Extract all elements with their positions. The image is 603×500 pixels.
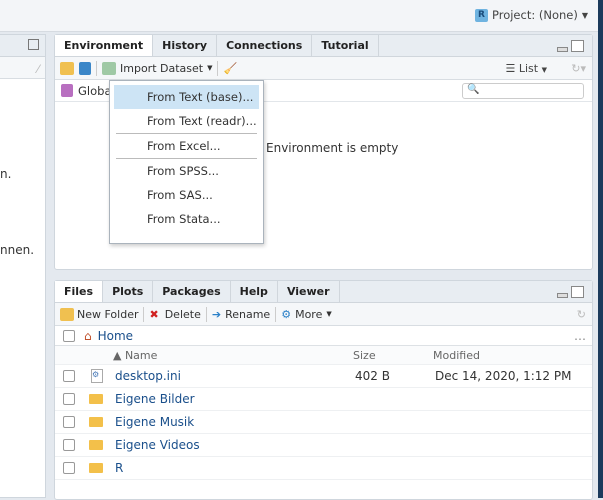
file-row[interactable]: Eigene Musik bbox=[55, 411, 592, 434]
home-icon[interactable]: ⌂ bbox=[84, 329, 92, 343]
list-label: List bbox=[518, 61, 539, 75]
file-name[interactable]: R bbox=[115, 461, 355, 475]
folder-icon bbox=[89, 440, 103, 450]
open-folder-icon[interactable] bbox=[60, 61, 74, 75]
clear-brush-icon[interactable]: ⁄ bbox=[37, 62, 39, 76]
environment-empty-message: Environment is empty bbox=[266, 141, 399, 155]
new-folder-label: New Folder bbox=[77, 307, 139, 321]
tab-connections[interactable]: Connections bbox=[217, 35, 313, 56]
minimize-icon[interactable] bbox=[557, 47, 568, 52]
broom-icon[interactable]: 🧹 bbox=[223, 62, 237, 75]
search-input[interactable]: 🔍 bbox=[462, 83, 584, 99]
more-path-button[interactable]: … bbox=[574, 329, 586, 343]
file-modified: Dec 14, 2020, 1:12 PM bbox=[435, 369, 572, 383]
delete-button[interactable]: ✖ Delete bbox=[149, 308, 200, 321]
refresh-icon[interactable]: ↻ bbox=[577, 308, 586, 321]
tab-files[interactable]: Files bbox=[55, 281, 104, 302]
minimize-icon[interactable] bbox=[557, 293, 568, 298]
files-pane: Files Plots Packages Help Viewer New Fol… bbox=[54, 280, 593, 500]
more-label: More bbox=[295, 307, 323, 321]
breadcrumb-home[interactable]: Home bbox=[98, 329, 133, 343]
table-import-icon bbox=[102, 61, 116, 75]
select-all-checkbox[interactable] bbox=[63, 329, 75, 342]
rename-icon: ➔ bbox=[211, 307, 222, 321]
tab-tutorial[interactable]: Tutorial bbox=[312, 35, 379, 56]
tab-packages[interactable]: Packages bbox=[153, 281, 231, 302]
import-dataset-button[interactable]: Import Dataset ▼ bbox=[102, 61, 213, 75]
file-row[interactable]: ⚙ desktop.ini 402 B Dec 14, 2020, 1:12 PM bbox=[55, 365, 592, 388]
list-view-button[interactable]: ☰ List ▼ bbox=[506, 62, 547, 75]
restore-pane-icon[interactable] bbox=[28, 39, 39, 50]
file-name[interactable]: Eigene Videos bbox=[115, 438, 355, 452]
new-folder-icon bbox=[60, 307, 74, 321]
r-project-icon: R bbox=[474, 8, 488, 22]
delete-icon: ✖ bbox=[149, 307, 159, 321]
file-row[interactable]: Eigene Videos bbox=[55, 434, 592, 457]
console-text: n. bbox=[0, 167, 12, 181]
file-size: 402 B bbox=[355, 369, 390, 383]
menu-item-from-sas[interactable]: From SAS... bbox=[114, 183, 259, 207]
folder-icon bbox=[89, 417, 103, 427]
file-name[interactable]: Eigene Musik bbox=[115, 415, 355, 429]
menu-item-from-stata[interactable]: From Stata... bbox=[114, 207, 259, 231]
file-checkbox[interactable] bbox=[63, 370, 75, 382]
delete-label: Delete bbox=[164, 307, 201, 321]
tab-plots[interactable]: Plots bbox=[103, 281, 154, 302]
project-menu[interactable]: R Project: (None) ▼ bbox=[474, 8, 588, 22]
file-checkbox[interactable] bbox=[63, 416, 75, 428]
import-dataset-label: Import Dataset bbox=[120, 61, 204, 75]
file-name[interactable]: Eigene Bilder bbox=[115, 392, 355, 406]
rename-button[interactable]: ➔ Rename bbox=[212, 308, 270, 321]
maximize-icon[interactable] bbox=[571, 286, 584, 298]
menu-item-from-spss[interactable]: From SPSS... bbox=[114, 159, 259, 183]
file-row[interactable]: Eigene Bilder bbox=[55, 388, 592, 411]
column-modified[interactable]: Modified bbox=[433, 349, 480, 362]
tab-help[interactable]: Help bbox=[231, 281, 278, 302]
menu-item-from-text-base[interactable]: From Text (base)... bbox=[114, 85, 259, 109]
file-checkbox[interactable] bbox=[63, 393, 75, 405]
top-bar: R Project: (None) ▼ bbox=[0, 0, 598, 32]
menu-item-from-text-readr[interactable]: From Text (readr)... bbox=[114, 109, 259, 133]
global-environment-dropdown[interactable]: Globa bbox=[78, 84, 112, 98]
tab-history[interactable]: History bbox=[153, 35, 218, 56]
source-pane: ⁄ n. nnen. bbox=[0, 34, 46, 498]
tab-environment[interactable]: Environment bbox=[55, 35, 154, 56]
more-button[interactable]: ⚙ More ▼ bbox=[281, 308, 332, 321]
window-edge bbox=[598, 0, 603, 498]
rename-label: Rename bbox=[225, 307, 271, 321]
maximize-icon[interactable] bbox=[571, 40, 584, 52]
refresh-icon[interactable]: ↻▾ bbox=[571, 62, 586, 75]
menu-item-from-excel[interactable]: From Excel... bbox=[114, 134, 259, 158]
save-icon[interactable] bbox=[79, 61, 91, 75]
import-dataset-menu: From Text (base)... From Text (readr)...… bbox=[109, 80, 264, 244]
tab-viewer[interactable]: Viewer bbox=[278, 281, 340, 302]
environment-icon bbox=[61, 84, 73, 97]
project-label: Project: (None) bbox=[491, 8, 578, 22]
gear-icon: ⚙ bbox=[281, 307, 292, 321]
file-row[interactable]: R bbox=[55, 457, 592, 480]
folder-icon bbox=[89, 463, 103, 473]
file-checkbox[interactable] bbox=[63, 439, 75, 451]
column-size[interactable]: Size bbox=[353, 349, 433, 362]
file-icon: ⚙ bbox=[91, 369, 103, 383]
file-name[interactable]: desktop.ini bbox=[115, 369, 355, 383]
column-name[interactable]: ▲ Name bbox=[113, 349, 353, 362]
folder-icon bbox=[89, 394, 103, 404]
chevron-down-icon: ▼ bbox=[581, 10, 588, 20]
file-checkbox[interactable] bbox=[63, 462, 75, 474]
console-text: nnen. bbox=[0, 243, 35, 257]
chevron-down-icon: ▼ bbox=[207, 64, 213, 72]
new-folder-button[interactable]: New Folder bbox=[60, 307, 139, 321]
